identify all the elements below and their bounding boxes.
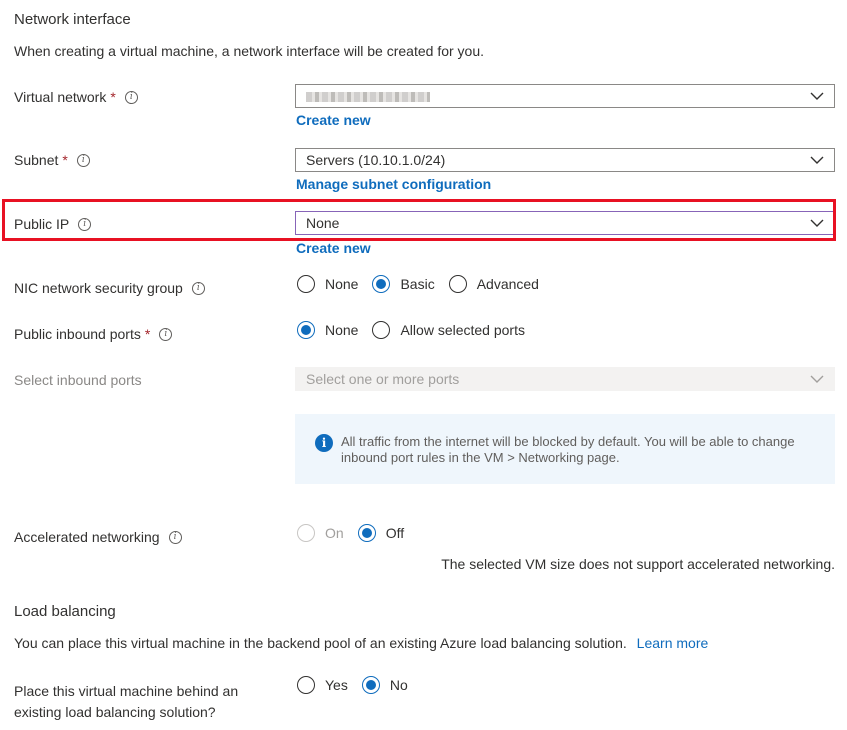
public-inbound-ports-label: Public inbound ports * i	[14, 326, 173, 342]
subnet-label: Subnet * i	[14, 152, 90, 168]
info-icon[interactable]: i	[124, 90, 138, 104]
info-icon[interactable]: i	[168, 530, 182, 544]
accelerated-networking-note: The selected VM size does not support ac…	[441, 556, 835, 572]
section-title-load-balancing: Load balancing	[14, 603, 116, 620]
learn-more-link[interactable]: Learn more	[637, 635, 709, 651]
accelerated-networking-label-text: Accelerated networking	[14, 529, 160, 545]
info-icon[interactable]: i	[76, 153, 90, 167]
load-balancing-radio-group: Yes No	[297, 676, 422, 694]
virtual-network-create-new-link[interactable]: Create new	[296, 112, 371, 128]
load-balancing-description: You can place this virtual machine in th…	[14, 635, 627, 651]
info-icon[interactable]: i	[191, 281, 205, 295]
public-inbound-ports-radio-group: None Allow selected ports	[297, 321, 539, 339]
load-balancing-no-radio[interactable]	[361, 676, 380, 694]
nic-nsg-option-none-radio[interactable]	[297, 275, 315, 293]
nic-nsg-option-none-label[interactable]: None	[325, 276, 358, 292]
load-balancing-yes-label[interactable]: Yes	[325, 677, 348, 693]
subnet-dropdown[interactable]: Servers (10.10.1.0/24)	[295, 148, 835, 172]
inbound-option-allow-selected-radio[interactable]	[372, 321, 391, 339]
info-message-box: i All traffic from the internet will be …	[295, 414, 835, 484]
chevron-down-icon	[810, 375, 824, 383]
nic-nsg-option-advanced-radio[interactable]	[448, 275, 467, 293]
required-marker: *	[62, 152, 68, 168]
accelerated-on-radio[interactable]	[297, 524, 315, 542]
select-inbound-ports-label: Select inbound ports	[14, 372, 142, 388]
nic-nsg-radio-group: None Basic Advanced	[297, 275, 553, 293]
required-marker: *	[110, 89, 116, 105]
accelerated-off-label[interactable]: Off	[386, 525, 404, 541]
nic-nsg-label: NIC network security group i	[14, 280, 205, 296]
virtual-network-dropdown[interactable]	[295, 84, 835, 108]
virtual-network-label-text: Virtual network	[14, 89, 107, 105]
load-balancing-no-label[interactable]: No	[390, 677, 408, 693]
chevron-down-icon	[810, 156, 824, 164]
subnet-dropdown-value: Servers (10.10.1.0/24)	[306, 152, 446, 168]
select-inbound-ports-dropdown[interactable]: Select one or more ports	[295, 367, 835, 391]
required-marker: *	[144, 326, 151, 342]
load-balancing-question-line-1: Place this virtual machine behind an	[14, 683, 239, 699]
nic-nsg-option-advanced-label[interactable]: Advanced	[477, 276, 539, 292]
highlight-box	[2, 199, 836, 241]
public-inbound-ports-label-text: Public inbound ports	[14, 326, 141, 342]
nic-nsg-option-basic-radio[interactable]	[372, 275, 391, 293]
nic-nsg-option-basic-label[interactable]: Basic	[400, 276, 434, 292]
load-balancing-question: Place this virtual machine behind an exi…	[14, 681, 238, 723]
select-inbound-ports-placeholder: Select one or more ports	[306, 371, 460, 387]
load-balancing-yes-radio[interactable]	[297, 676, 315, 694]
accelerated-on-label[interactable]: On	[325, 525, 344, 541]
info-filled-icon: i	[315, 434, 333, 452]
load-balancing-description-row: You can place this virtual machine in th…	[14, 635, 708, 651]
accelerated-networking-radio-group: On Off	[297, 524, 418, 542]
info-icon[interactable]: i	[159, 327, 173, 341]
subnet-label-text: Subnet	[14, 152, 59, 168]
public-ip-create-new-link[interactable]: Create new	[296, 240, 371, 256]
accelerated-off-radio[interactable]	[357, 524, 376, 542]
accelerated-networking-label: Accelerated networking i	[14, 529, 182, 545]
network-interface-description: When creating a virtual machine, a netwo…	[14, 43, 485, 59]
section-title-network-interface: Network interface	[14, 11, 131, 28]
load-balancing-question-line-2: existing load balancing solution?	[14, 704, 216, 720]
manage-subnet-configuration-link[interactable]: Manage subnet configuration	[296, 176, 491, 192]
virtual-network-label: Virtual network * i	[14, 89, 138, 105]
nic-nsg-label-text: NIC network security group	[14, 280, 183, 296]
chevron-down-icon	[810, 92, 824, 100]
inbound-option-none-label[interactable]: None	[325, 322, 358, 338]
info-message-text: All traffic from the internet will be bl…	[341, 434, 795, 465]
inbound-option-allow-selected-label[interactable]: Allow selected ports	[400, 322, 525, 338]
redacted-value	[306, 92, 430, 102]
inbound-option-none-radio[interactable]	[297, 321, 315, 339]
